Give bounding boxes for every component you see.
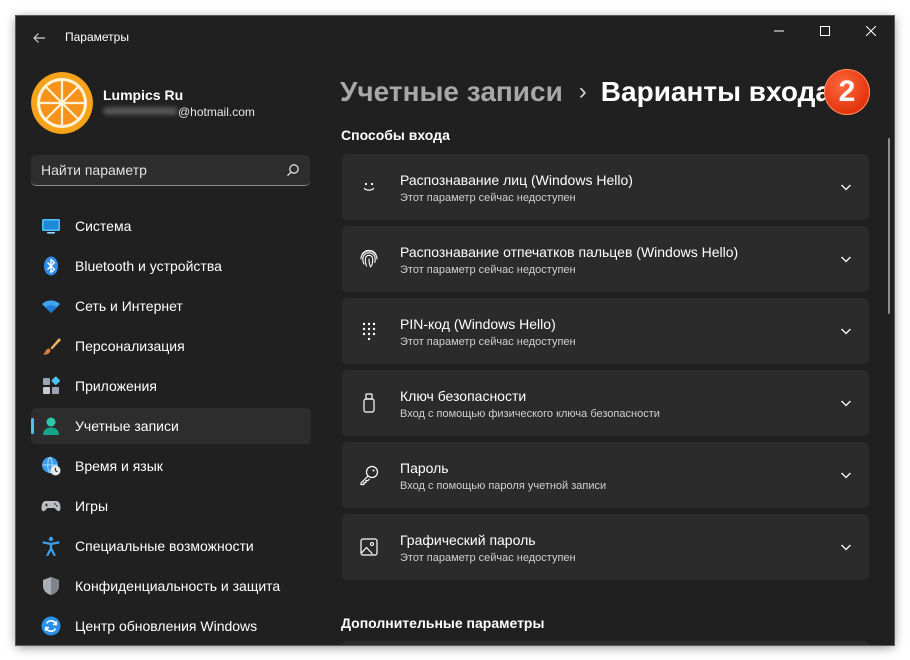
sidebar-item-label: Время и язык	[75, 458, 163, 474]
close-button[interactable]	[848, 16, 894, 46]
sidebar-item-time-language[interactable]: Время и язык	[31, 448, 311, 484]
user-name: Lumpics Ru	[103, 87, 184, 103]
title-bar: Параметры	[16, 16, 894, 60]
sidebar-item-accounts[interactable]: Учетные записи	[31, 408, 311, 444]
apps-icon	[41, 376, 61, 396]
sidebar-item-personalization[interactable]: Персонализация	[31, 328, 311, 364]
sidebar-item-accessibility[interactable]: Специальные возможности	[31, 528, 311, 564]
option-subtitle: Этот параметр сейчас недоступен	[400, 192, 576, 204]
breadcrumb: Учетные записи › Варианты входа	[340, 72, 831, 112]
search-box[interactable]	[31, 155, 310, 186]
option-password[interactable]: Пароль Вход с помощью пароля учетной зап…	[342, 442, 869, 508]
option-subtitle: Этот параметр сейчас недоступен	[400, 552, 576, 564]
settings-window: Параметры Lumpics Ru @hotmail.com Найти …	[16, 16, 894, 645]
option-title: Распознавание отпечатков пальцев (Window…	[400, 244, 739, 260]
maximize-icon	[820, 26, 830, 36]
brush-icon	[41, 336, 61, 356]
sidebar-item-label: Игры	[75, 498, 109, 514]
sidebar-item-label: Сеть и Интернет	[75, 298, 183, 314]
sidebar-item-label: Приложения	[75, 378, 157, 394]
section-title-additional-settings: Дополнительные параметры	[341, 615, 545, 631]
page-title: Варианты входа	[600, 76, 831, 107]
section-title-sign-in-options: Способы входа	[341, 127, 450, 143]
breadcrumb-separator: ›	[578, 78, 587, 105]
sidebar-item-bluetooth[interactable]: Bluetooth и устройства	[31, 248, 311, 284]
option-title: Графический пароль	[400, 532, 536, 548]
option-subtitle: Вход с помощью пароля учетной записи	[400, 480, 607, 492]
gamepad-icon	[41, 496, 61, 516]
option-fingerprint[interactable]: Распознавание отпечатков пальцев (Window…	[342, 226, 869, 292]
option-face-recognition[interactable]: Распознавание лиц (Windows Hello) Этот п…	[342, 154, 869, 220]
user-email: @hotmail.com	[178, 105, 255, 119]
update-icon	[41, 616, 61, 636]
key-icon	[358, 464, 380, 486]
option-subtitle: Этот параметр сейчас недоступен	[400, 336, 576, 348]
option-subtitle: Этот параметр сейчас недоступен	[400, 264, 576, 276]
sidebar-item-label: Система	[75, 218, 132, 234]
email-redacted-blur	[103, 107, 178, 115]
close-icon	[866, 26, 876, 36]
sidebar-item-windows-update[interactable]: Центр обновления Windows	[31, 608, 311, 644]
option-title: Распознавание лиц (Windows Hello)	[400, 172, 633, 188]
orange-slice-avatar-icon	[31, 72, 93, 134]
option-pin[interactable]: PIN-код (Windows Hello) Этот параметр се…	[342, 298, 869, 364]
minimize-icon	[774, 30, 784, 32]
minimize-button[interactable]	[756, 16, 802, 46]
wifi-icon	[41, 296, 61, 316]
chevron-down-icon[interactable]	[839, 180, 853, 194]
face-icon	[358, 176, 380, 198]
sidebar-item-label: Bluetooth и устройства	[75, 258, 222, 274]
usb-key-icon	[358, 392, 380, 414]
sidebar-item-label: Персонализация	[75, 338, 185, 354]
additional-settings-card-partial[interactable]	[342, 641, 869, 645]
sidebar-item-label: Конфиденциальность и защита	[75, 578, 281, 594]
option-picture-password[interactable]: Графический пароль Этот параметр сейчас …	[342, 514, 869, 580]
option-title: Ключ безопасности	[400, 388, 527, 404]
option-title: PIN-код (Windows Hello)	[400, 316, 556, 332]
search-input[interactable]	[41, 155, 271, 185]
globe-clock-icon	[41, 456, 61, 476]
sidebar-item-apps[interactable]: Приложения	[31, 368, 311, 404]
sidebar-item-label: Специальные возможности	[75, 538, 254, 554]
chevron-down-icon[interactable]	[839, 540, 853, 554]
chevron-down-icon[interactable]	[839, 396, 853, 410]
step-number-badge: 2	[824, 69, 870, 115]
back-button[interactable]	[27, 26, 51, 50]
monitor-icon	[41, 216, 61, 236]
option-subtitle: Вход с помощью физического ключа безопас…	[400, 408, 660, 420]
bluetooth-icon	[41, 256, 61, 276]
accessibility-icon	[41, 536, 61, 556]
sidebar-item-label: Учетные записи	[75, 418, 179, 434]
sign-in-options-list: Распознавание лиц (Windows Hello) Этот п…	[342, 154, 869, 586]
chevron-down-icon[interactable]	[839, 468, 853, 482]
picture-icon	[358, 536, 380, 558]
chevron-down-icon[interactable]	[839, 324, 853, 338]
sidebar-nav: Система Bluetooth и устройства Сеть и Ин…	[31, 208, 311, 645]
back-arrow-icon	[33, 33, 45, 43]
sidebar-item-network[interactable]: Сеть и Интернет	[31, 288, 311, 324]
search-icon[interactable]	[286, 163, 300, 177]
sidebar-item-privacy[interactable]: Конфиденциальность и защита	[31, 568, 311, 604]
vertical-scrollbar[interactable]	[888, 138, 890, 314]
sidebar-item-gaming[interactable]: Игры	[31, 488, 311, 524]
sidebar-item-label: Центр обновления Windows	[75, 618, 258, 634]
person-icon	[41, 416, 61, 436]
pin-keypad-icon	[358, 320, 380, 342]
maximize-button[interactable]	[802, 16, 848, 46]
chevron-down-icon[interactable]	[839, 252, 853, 266]
fingerprint-icon	[358, 248, 380, 270]
option-title: Пароль	[400, 460, 449, 476]
option-security-key[interactable]: Ключ безопасности Вход с помощью физичес…	[342, 370, 869, 436]
window-title: Параметры	[65, 30, 129, 44]
sidebar-item-system[interactable]: Система	[31, 208, 311, 244]
avatar[interactable]	[31, 72, 93, 134]
breadcrumb-parent-link[interactable]: Учетные записи	[340, 76, 563, 108]
shield-icon	[41, 576, 61, 596]
